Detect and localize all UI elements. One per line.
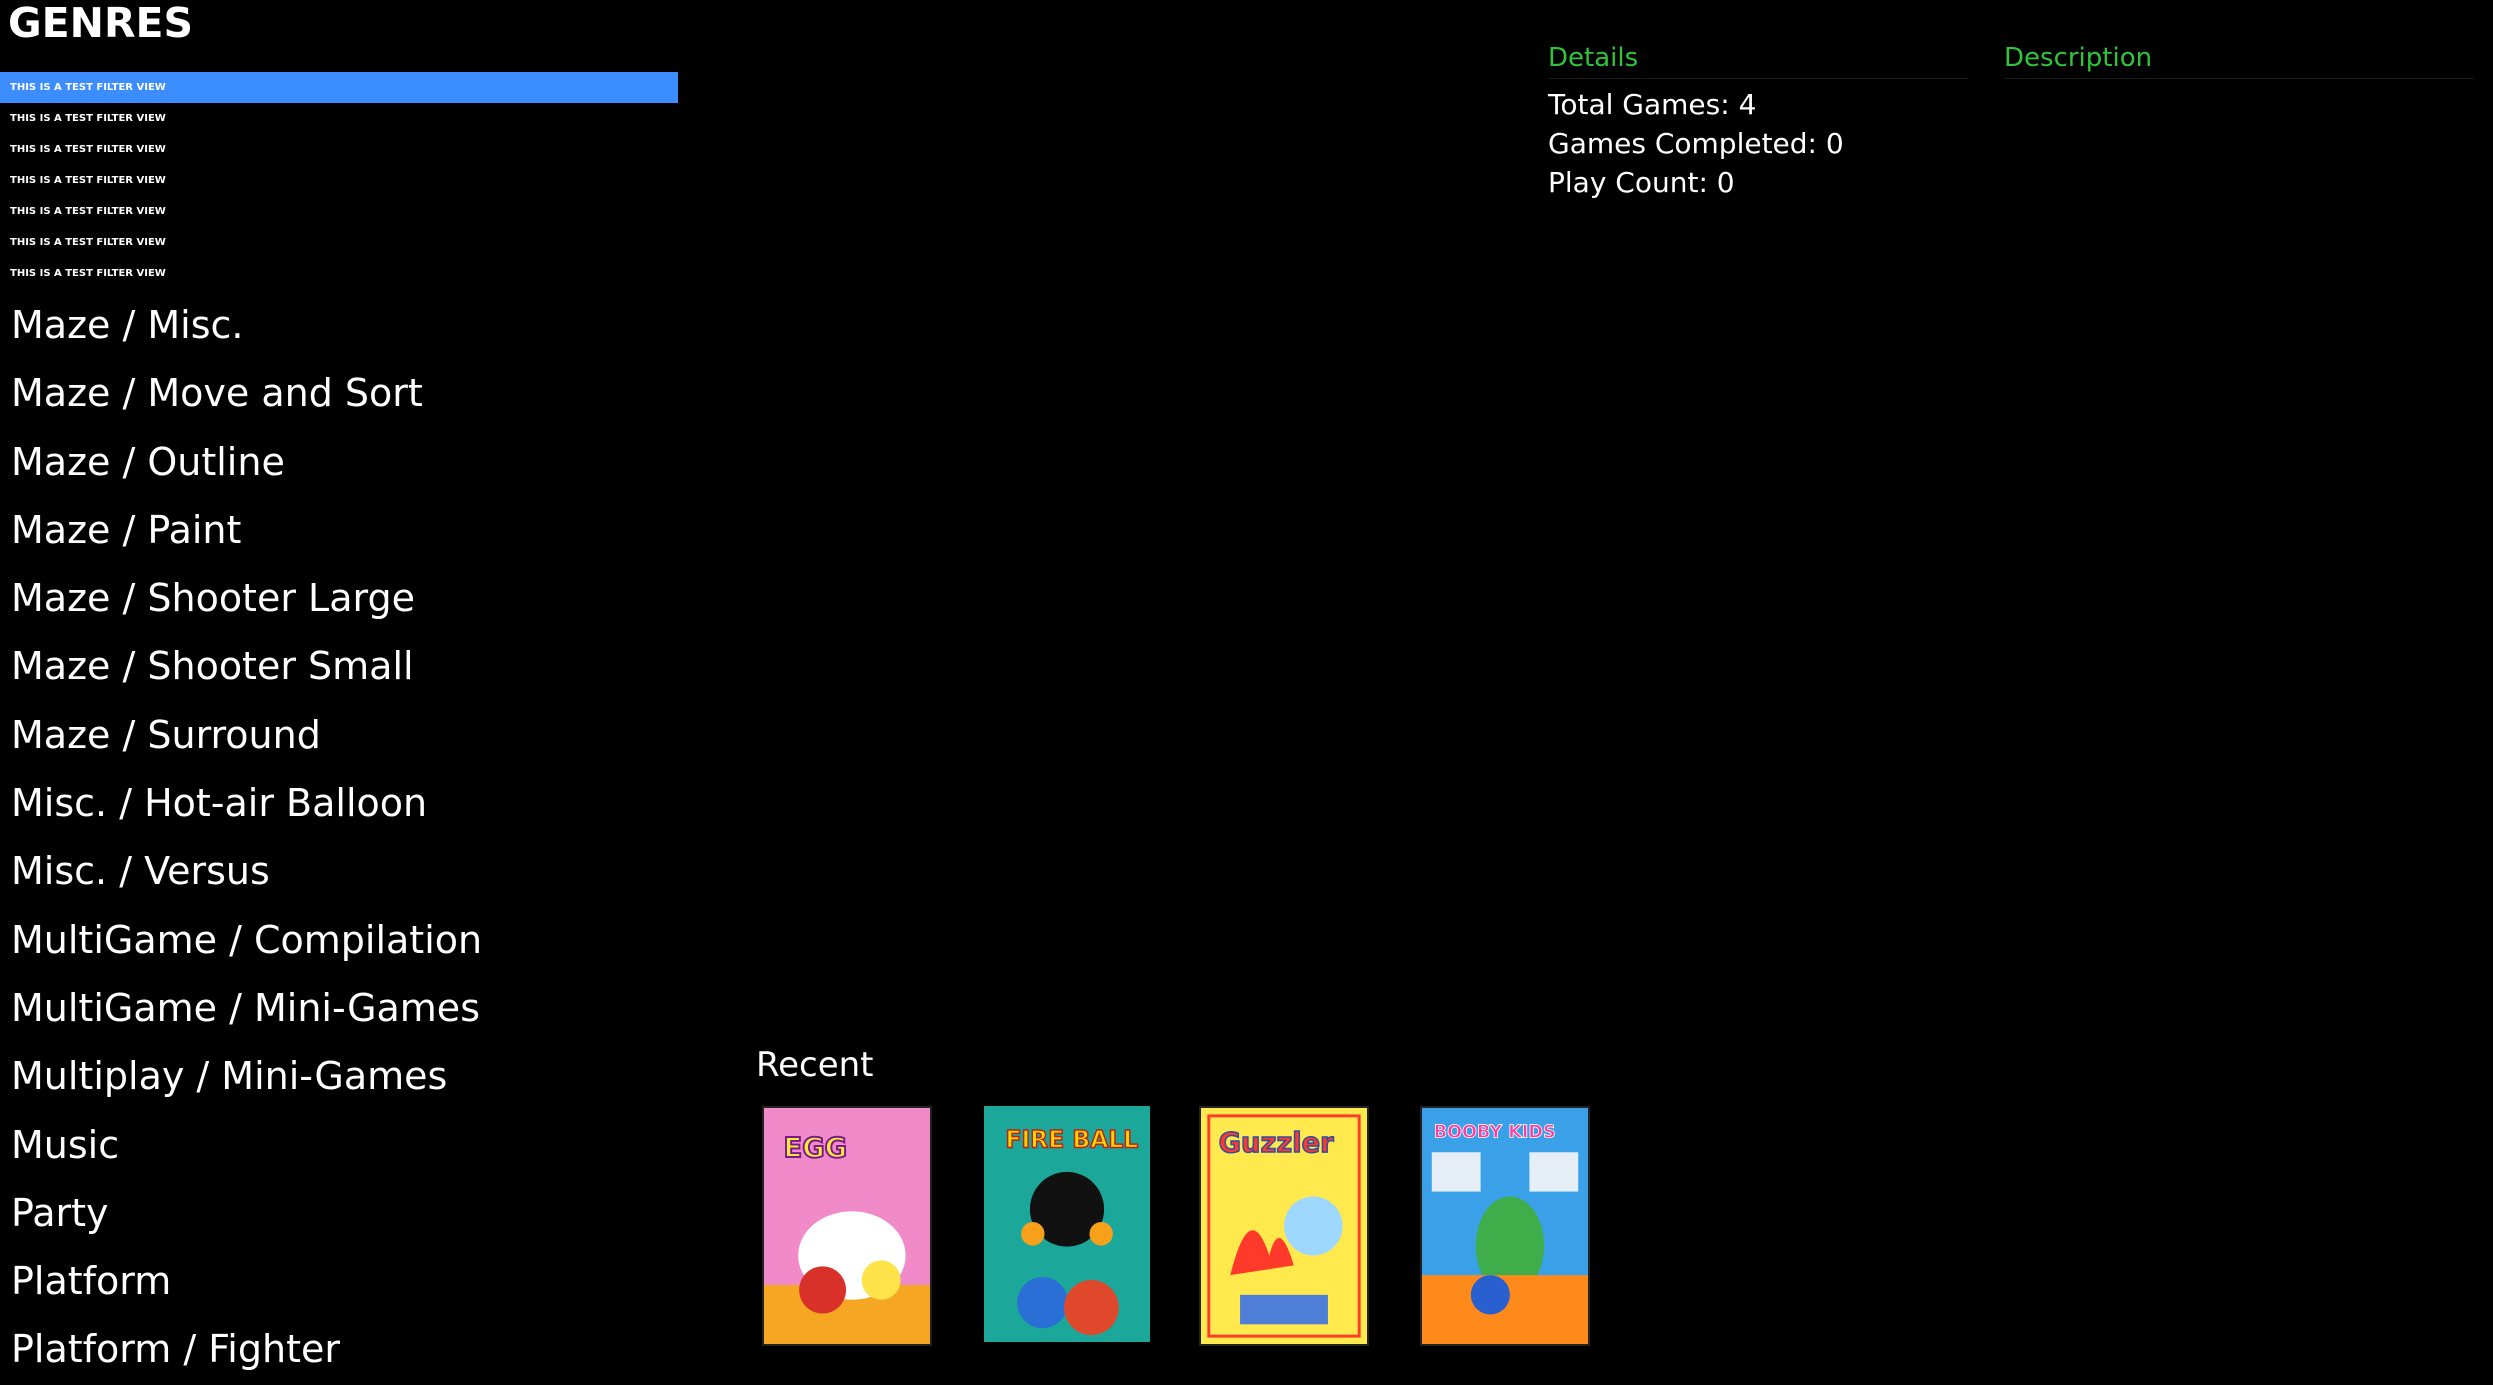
filter-item[interactable]: THIS IS A TEST FILTER VIEW <box>0 165 678 196</box>
filter-item[interactable]: THIS IS A TEST FILTER VIEW <box>0 134 678 165</box>
page-title: GENRES <box>8 0 194 47</box>
play-count-stat: Play Count: 0 <box>1548 166 1735 199</box>
genre-item-misc-versus[interactable]: Misc. / Versus <box>0 837 482 905</box>
recent-game-cover-4[interactable]: BOOBY KIDS <box>1420 1106 1590 1346</box>
description-panel: Description <box>2004 38 2474 79</box>
filter-list: THIS IS A TEST FILTER VIEW THIS IS A TES… <box>0 72 678 289</box>
games-completed-stat: Games Completed: 0 <box>1548 127 1844 160</box>
cover-title-text: FIRE BALL <box>1005 1125 1138 1153</box>
genre-item-multiplay-mini-games[interactable]: Multiplay / Mini-Games <box>0 1042 482 1110</box>
filter-item[interactable]: THIS IS A TEST FILTER VIEW <box>0 258 678 289</box>
genre-item-misc-hot-air-balloon[interactable]: Misc. / Hot-air Balloon <box>0 769 482 837</box>
genre-item-maze-paint[interactable]: Maze / Paint <box>0 496 482 564</box>
genre-item-maze-move-and-sort[interactable]: Maze / Move and Sort <box>0 359 482 427</box>
filter-item[interactable]: THIS IS A TEST FILTER VIEW <box>0 103 678 134</box>
genre-list: Maze / Misc. Maze / Move and Sort Maze /… <box>0 291 482 1384</box>
cover-title-text: BOOBY KIDS <box>1434 1122 1556 1142</box>
filter-item[interactable]: THIS IS A TEST FILTER VIEW <box>0 227 678 258</box>
genre-item-music[interactable]: Music <box>0 1111 482 1179</box>
filter-item[interactable]: THIS IS A TEST FILTER VIEW <box>0 72 678 103</box>
genre-item-platform-fighter[interactable]: Platform / Fighter <box>0 1315 482 1383</box>
total-games-stat: Total Games: 4 <box>1548 88 1757 121</box>
recent-game-cover-1[interactable]: EGG <box>762 1106 932 1346</box>
genre-item-maze-shooter-large[interactable]: Maze / Shooter Large <box>0 564 482 632</box>
recent-game-cover-2[interactable]: FIRE BALL <box>982 1104 1152 1344</box>
cover-title-text: EGG <box>784 1133 848 1164</box>
genre-item-maze-outline[interactable]: Maze / Outline <box>0 428 482 496</box>
genre-item-maze-shooter-small[interactable]: Maze / Shooter Small <box>0 632 482 700</box>
details-heading: Details <box>1548 38 1968 79</box>
genre-item-maze-surround[interactable]: Maze / Surround <box>0 701 482 769</box>
genre-item-party[interactable]: Party <box>0 1179 482 1247</box>
recent-heading: Recent <box>756 1045 874 1085</box>
details-panel: Details Total Games: 4 Games Completed: … <box>1548 38 1968 202</box>
recent-game-cover-3[interactable]: Guzzler <box>1199 1106 1369 1346</box>
genre-item-multigame-mini-games[interactable]: MultiGame / Mini-Games <box>0 974 482 1042</box>
genre-item-multigame-compilation[interactable]: MultiGame / Compilation <box>0 906 482 974</box>
genre-item-maze-misc[interactable]: Maze / Misc. <box>0 291 482 359</box>
description-heading: Description <box>2004 38 2474 79</box>
genre-item-platform[interactable]: Platform <box>0 1247 482 1315</box>
filter-item[interactable]: THIS IS A TEST FILTER VIEW <box>0 196 678 227</box>
cover-title-text: Guzzler <box>1219 1128 1335 1159</box>
